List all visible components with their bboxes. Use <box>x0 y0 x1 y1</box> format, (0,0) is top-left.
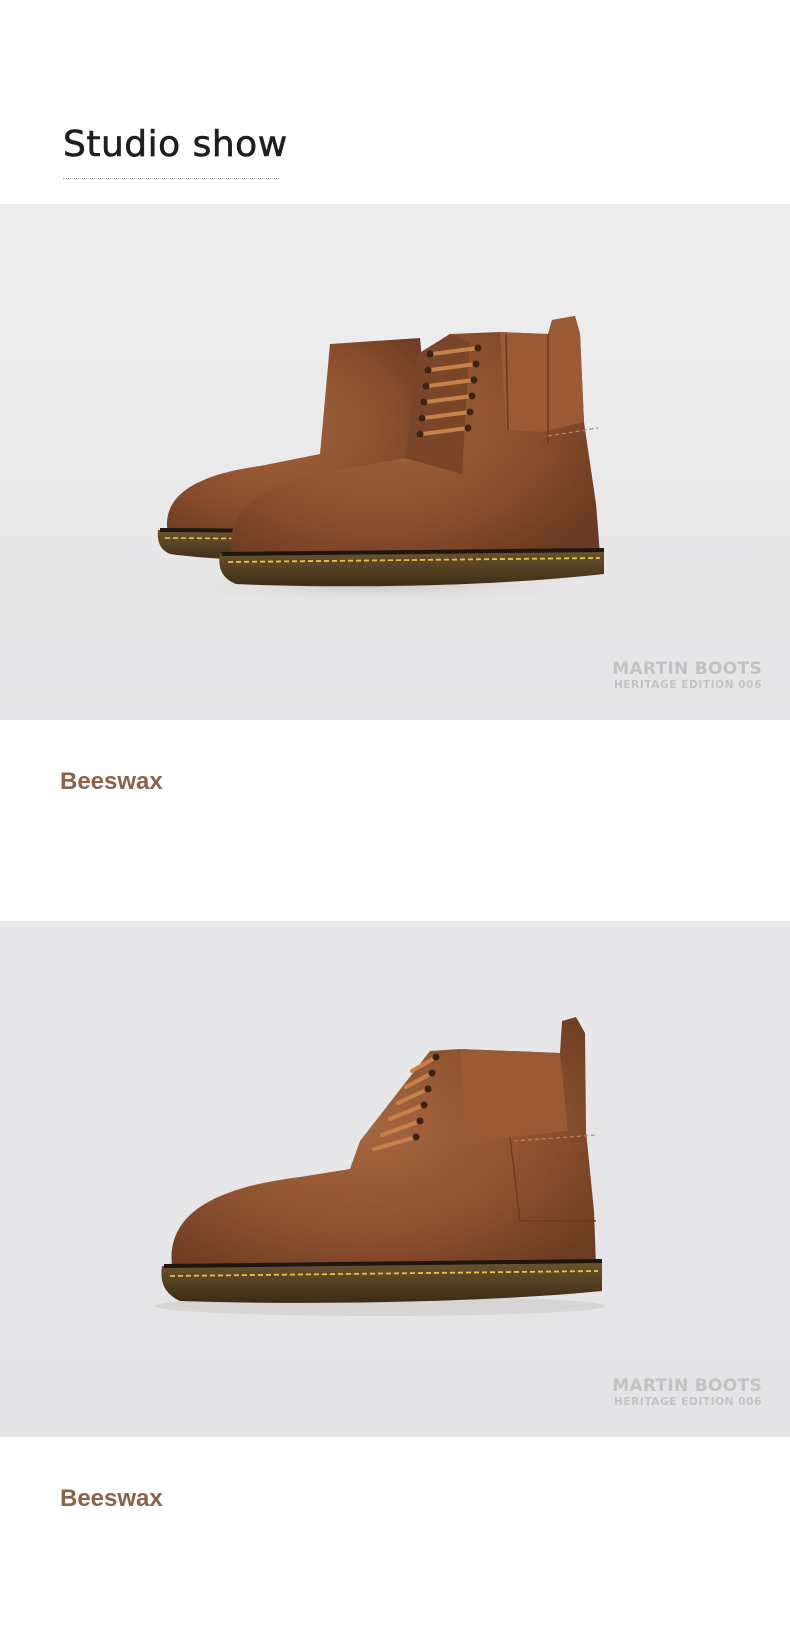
watermark-edition: HERITAGE EDITION 006 <box>613 679 762 691</box>
section-title: Studio show <box>63 124 288 166</box>
product-photo-side: MARTIN BOOTS HERITAGE EDITION 006 <box>0 921 790 1437</box>
watermark-edition: HERITAGE EDITION 006 <box>613 1396 762 1408</box>
color-caption: Beeswax <box>60 1485 163 1512</box>
brand-watermark: MARTIN BOOTS HERITAGE EDITION 006 <box>612 1377 762 1409</box>
boot-side-illustration <box>155 1017 605 1316</box>
watermark-brand: MARTIN BOOTS <box>612 1376 762 1396</box>
boots-pair-illustration <box>140 316 620 606</box>
watermark-brand: MARTIN BOOTS <box>612 659 762 679</box>
brand-watermark: MARTIN BOOTS HERITAGE EDITION 006 <box>612 660 762 692</box>
title-underline <box>63 178 279 179</box>
section-header: Studio show <box>0 0 790 204</box>
product-photo-pair: MARTIN BOOTS HERITAGE EDITION 006 <box>0 204 790 720</box>
color-caption: Beeswax <box>60 768 163 795</box>
